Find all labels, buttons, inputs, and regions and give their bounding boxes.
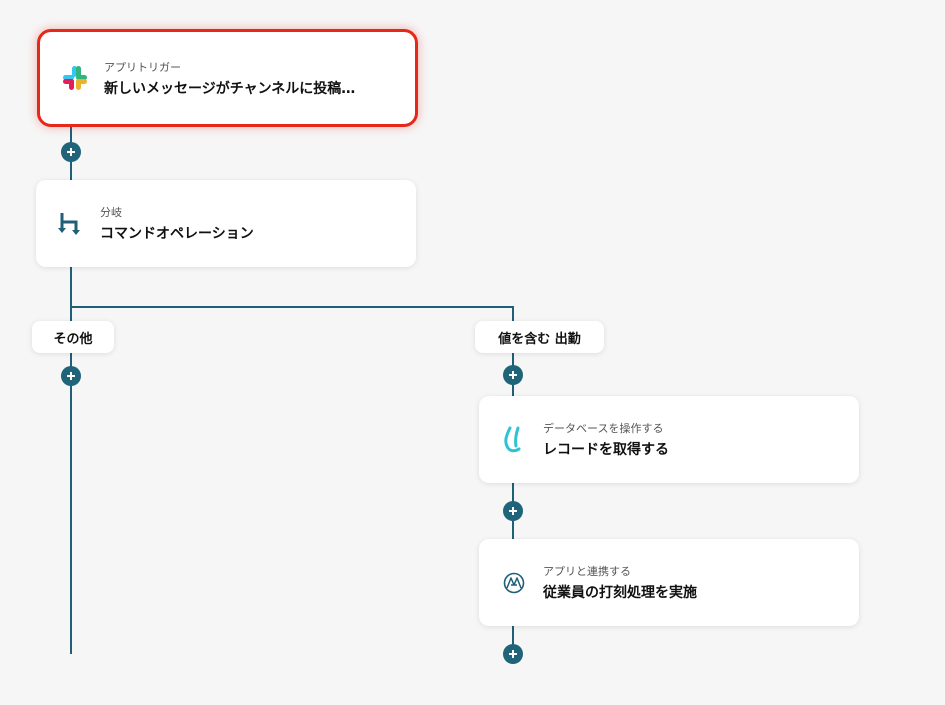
node-type-label: 分岐 — [100, 206, 122, 219]
add-step-button[interactable] — [61, 366, 81, 386]
add-step-button[interactable] — [503, 365, 523, 385]
plus-icon — [509, 371, 517, 379]
database-icon — [499, 425, 529, 455]
app-link-icon — [499, 568, 529, 598]
plus-icon — [67, 372, 75, 380]
node-title: レコードを取得する — [543, 442, 669, 458]
add-step-button[interactable] — [503, 501, 523, 521]
node-type-label: データベースを操作する — [543, 422, 664, 435]
slack-icon — [60, 63, 90, 93]
add-step-button[interactable] — [503, 644, 523, 664]
plus-icon — [509, 507, 517, 515]
plus-icon — [67, 148, 75, 156]
node-title: コマンドオペレーション — [100, 226, 254, 242]
branch-card[interactable]: 分岐 コマンドオペレーション — [36, 180, 416, 267]
app-card[interactable]: アプリと連携する 従業員の打刻処理を実施 — [479, 539, 859, 626]
branch-label-contains[interactable]: 値を含む 出勤 — [475, 321, 604, 353]
add-step-button[interactable] — [61, 142, 81, 162]
database-card[interactable]: データベースを操作する レコードを取得する — [479, 396, 859, 483]
plus-icon — [509, 650, 517, 658]
connector-line — [70, 306, 514, 308]
trigger-card[interactable]: アプリトリガー 新しいメッセージがチャンネルに投稿… — [37, 29, 418, 127]
node-type-label: アプリトリガー — [104, 60, 181, 74]
branch-icon — [56, 209, 86, 239]
node-type-label: アプリと連携する — [543, 565, 631, 578]
branch-label-other[interactable]: その他 — [32, 321, 114, 353]
node-title: 従業員の打刻処理を実施 — [543, 585, 697, 601]
node-title: 新しいメッセージがチャンネルに投稿… — [104, 80, 356, 97]
